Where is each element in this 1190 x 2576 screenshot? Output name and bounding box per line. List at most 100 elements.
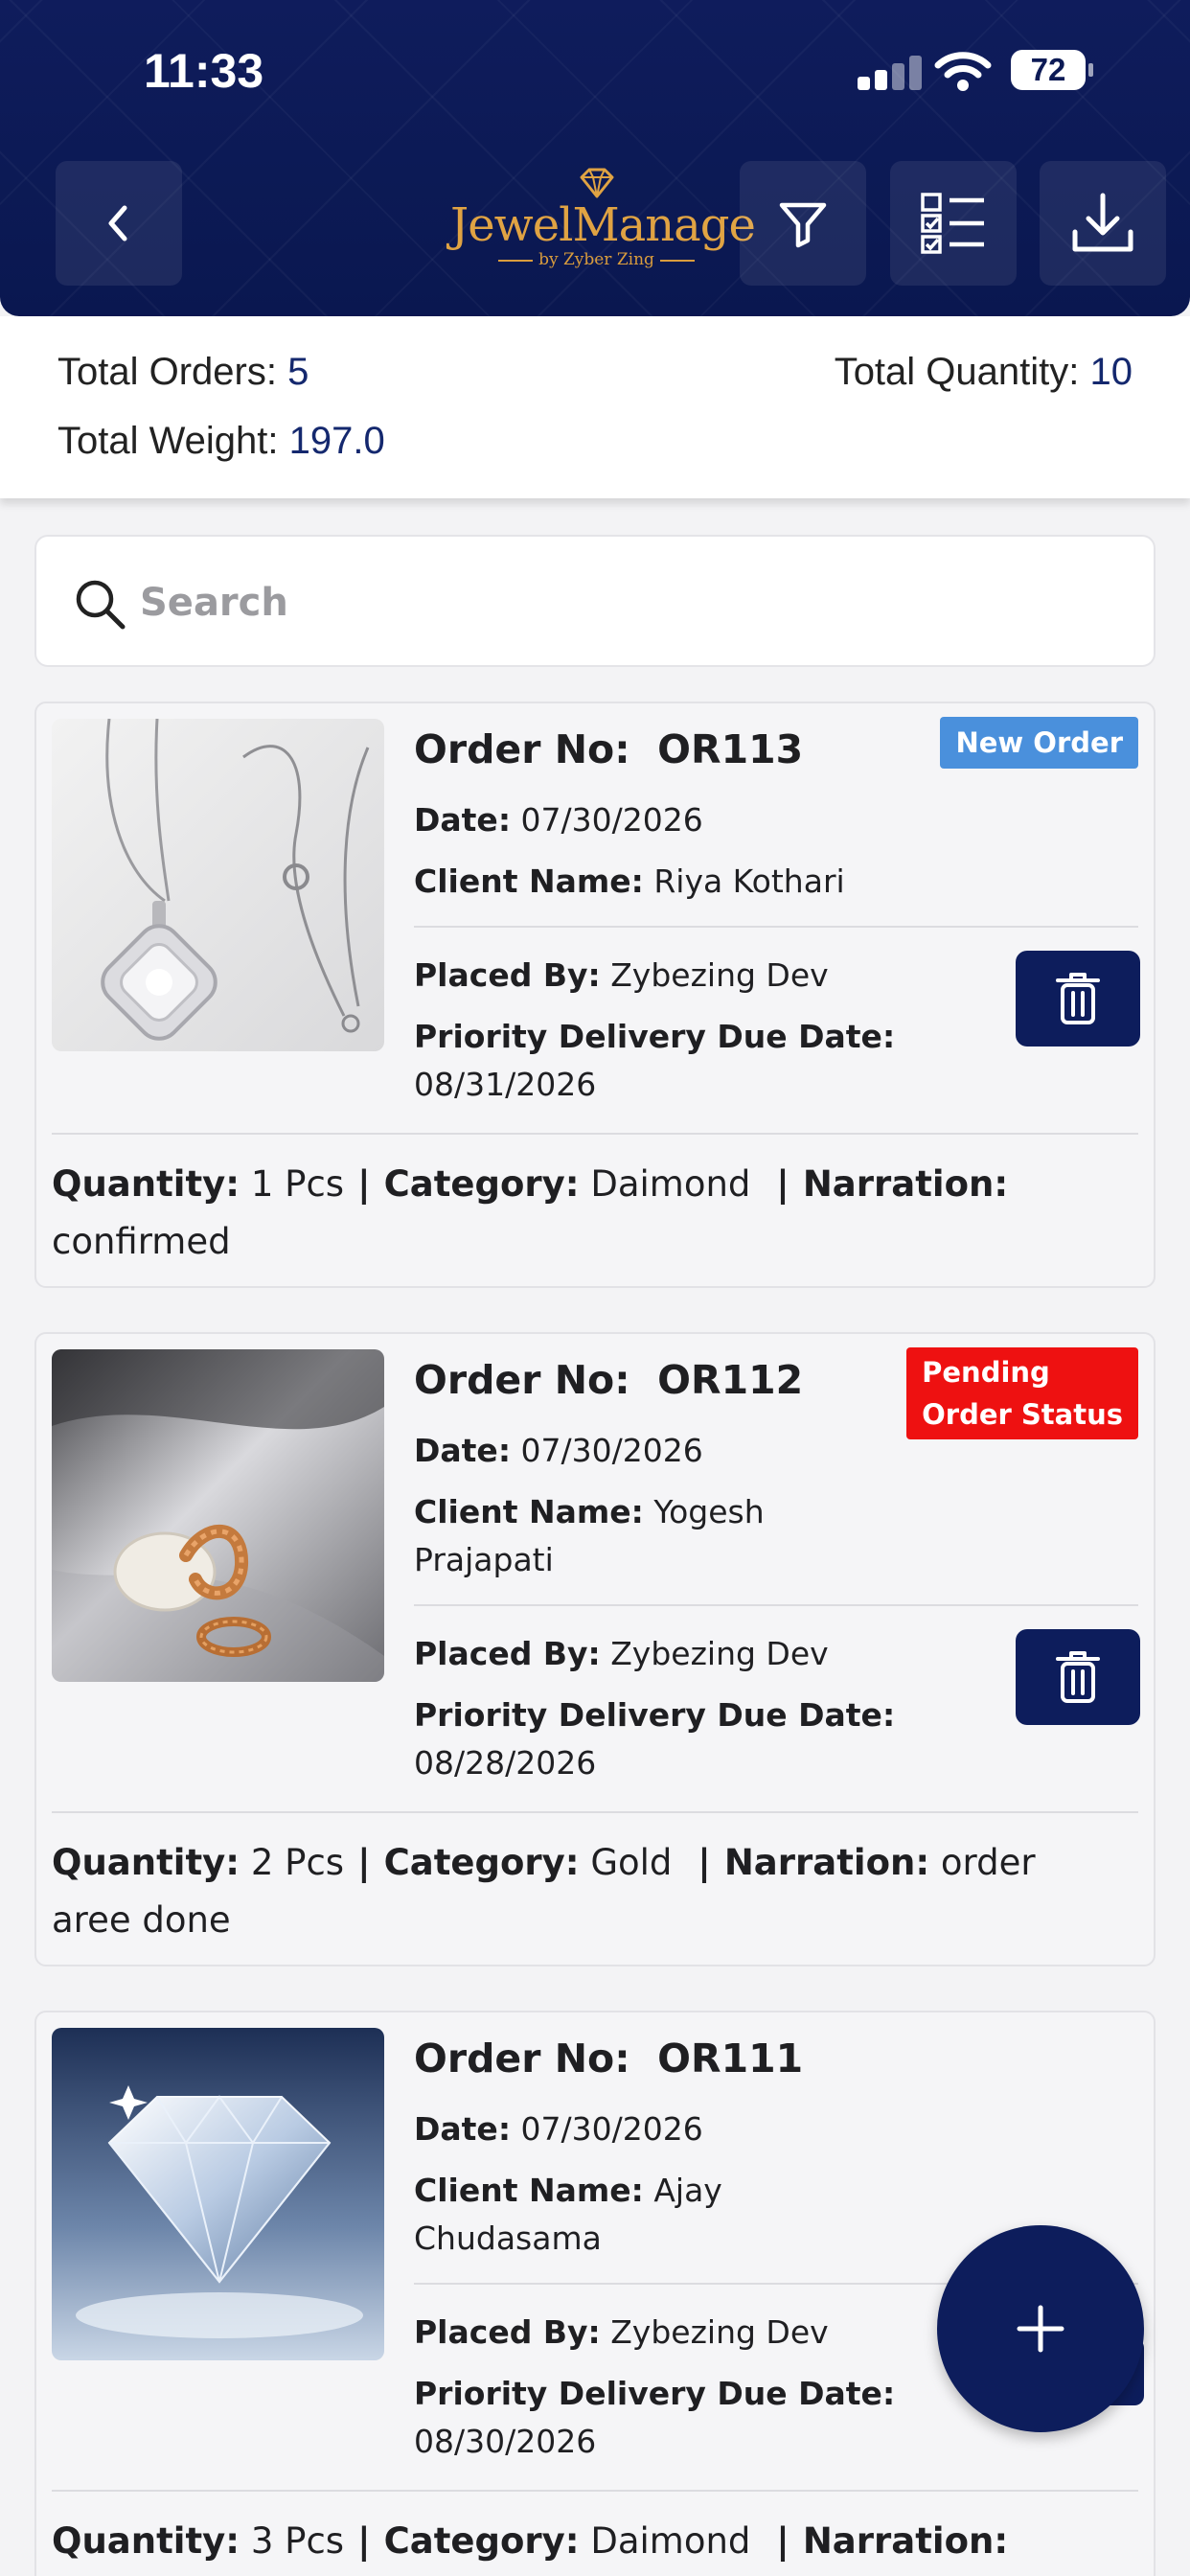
narration-continued: confirmed bbox=[52, 1221, 231, 1262]
product-image-earrings bbox=[52, 1349, 384, 1682]
order-number: Order No: OR112 bbox=[414, 1351, 803, 1409]
priority-label: Priority Delivery Due Date: bbox=[414, 1690, 895, 1740]
total-quantity-value: 10 bbox=[1089, 351, 1133, 393]
battery-icon: 72 bbox=[1011, 50, 1093, 90]
order-number: Order No: OR111 bbox=[414, 2030, 803, 2087]
client-name-label: Client Name: bbox=[414, 1493, 644, 1530]
order-number-label: Order No: bbox=[414, 726, 630, 772]
quantity-label: Quantity: bbox=[52, 1163, 240, 1205]
date-label: Date: bbox=[414, 1432, 512, 1469]
priority-label: Priority Delivery Due Date: bbox=[414, 2369, 895, 2419]
order-number-label: Order No: bbox=[414, 2036, 630, 2082]
product-image-diamond bbox=[52, 2028, 384, 2360]
total-orders-label: Total Orders: bbox=[57, 351, 277, 393]
client-name: Client Name: Riya Kothari bbox=[414, 857, 845, 907]
checklist-button[interactable] bbox=[890, 161, 1017, 286]
filter-button[interactable] bbox=[740, 161, 866, 286]
date-value: 07/30/2026 bbox=[520, 801, 703, 839]
priority-date: 08/31/2026 bbox=[414, 1066, 597, 1103]
placed-by-value: Zybezing Dev bbox=[610, 2313, 829, 2351]
battery-level: 72 bbox=[1030, 52, 1066, 87]
order-number-value: OR113 bbox=[657, 726, 804, 772]
narration-value: order bbox=[940, 1842, 1036, 1883]
priority-label: Priority Delivery Due Date: bbox=[414, 1012, 895, 1062]
order-details: Quantity: 2 Pcs | Category: Gold | Narratio… bbox=[52, 1842, 1036, 1883]
chevron-left-icon bbox=[108, 205, 127, 242]
order-card[interactable]: Order No: OR113 New Order Date: 07/30/20… bbox=[34, 702, 1156, 1288]
filter-icon bbox=[779, 202, 827, 248]
wifi-icon bbox=[934, 52, 992, 91]
category-value: Daimond bbox=[590, 2520, 751, 2562]
placed-by: Placed By: Zybezing Dev bbox=[414, 1629, 829, 1679]
client-name-value: Ajay bbox=[653, 2172, 722, 2209]
client-name-continued: Chudasama bbox=[414, 2220, 602, 2257]
priority-label-text: Priority Delivery Due Date: bbox=[414, 1018, 896, 1055]
order-card[interactable]: Order No: OR112 Pending Order Status Dat… bbox=[34, 1332, 1156, 1966]
download-button[interactable] bbox=[1040, 161, 1166, 286]
status-badge: New Order bbox=[940, 717, 1138, 769]
search-input[interactable] bbox=[140, 565, 1098, 640]
diamond-logo-icon bbox=[580, 168, 613, 198]
category-value: Gold bbox=[590, 1842, 673, 1883]
order-summary: Total Orders: 5 Total Quantity: 10 Total… bbox=[0, 316, 1190, 498]
narration-continued: aree done bbox=[52, 1899, 231, 1941]
app-header: 11:33 72 JewelManage by Zyber Zing bbox=[0, 0, 1190, 316]
priority-label-text: Priority Delivery Due Date: bbox=[414, 1696, 896, 1734]
narration-label: Narration: bbox=[723, 1842, 930, 1883]
quantity-value: 2 Pcs bbox=[250, 1842, 345, 1883]
order-number: Order No: OR113 bbox=[414, 721, 803, 778]
status-badge: Pending Order Status bbox=[906, 1347, 1138, 1439]
trash-icon bbox=[1056, 973, 1100, 1024]
client-name-continued: Prajapati bbox=[414, 1541, 554, 1578]
delete-button[interactable] bbox=[1016, 1629, 1140, 1725]
quantity-value: 3 Pcs bbox=[250, 2520, 345, 2562]
total-weight-value: 197.0 bbox=[288, 420, 385, 462]
placed-by: Placed By: Zybezing Dev bbox=[414, 2308, 829, 2358]
order-number-value: OR111 bbox=[657, 2036, 804, 2082]
placed-by-label: Placed By: bbox=[414, 2313, 601, 2351]
order-details: Quantity: 1 Pcs | Category: Daimond | Narra… bbox=[52, 1163, 1009, 1205]
status-badge-line2: Order Status bbox=[922, 1398, 1123, 1431]
plus-icon bbox=[1017, 2305, 1064, 2353]
quantity-value: 1 Pcs bbox=[250, 1163, 345, 1205]
priority-date: 08/28/2026 bbox=[414, 1744, 597, 1782]
delete-button[interactable] bbox=[1016, 951, 1140, 1046]
trash-icon bbox=[1056, 1651, 1100, 1703]
divider bbox=[414, 1604, 1138, 1606]
total-orders-value: 5 bbox=[287, 351, 309, 393]
divider bbox=[52, 2490, 1138, 2492]
client-name: Client Name: Yogesh bbox=[414, 1487, 765, 1537]
category-label: Category: bbox=[383, 1842, 580, 1883]
placed-by-value: Zybezing Dev bbox=[610, 1635, 829, 1672]
status-badge-line1: Pending bbox=[922, 1356, 1050, 1389]
category-label: Category: bbox=[383, 2520, 580, 2562]
status-bar: 11:33 72 bbox=[0, 0, 1190, 144]
narration-label: Narration: bbox=[802, 2520, 1009, 2562]
quantity-label: Quantity: bbox=[52, 1842, 240, 1883]
date-value: 07/30/2026 bbox=[520, 1432, 703, 1469]
divider bbox=[52, 1133, 1138, 1135]
category-value: Daimond bbox=[590, 1163, 751, 1205]
order-number-label: Order No: bbox=[414, 1357, 630, 1403]
quantity-label: Quantity: bbox=[52, 2520, 240, 2562]
divider bbox=[52, 1811, 1138, 1813]
narration-label: Narration: bbox=[802, 1163, 1009, 1205]
status-time: 11:33 bbox=[144, 44, 264, 98]
search-bar[interactable] bbox=[34, 535, 1156, 667]
total-weight: Total Weight: 197.0 bbox=[57, 420, 385, 463]
placed-by-label: Placed By: bbox=[414, 956, 601, 994]
app-subtitle: by Zyber Zing bbox=[450, 250, 743, 269]
client-name-label: Client Name: bbox=[414, 862, 644, 900]
total-weight-label: Total Weight: bbox=[57, 420, 279, 462]
client-name-value: Yogesh bbox=[653, 1493, 765, 1530]
order-date: Date: 07/30/2026 bbox=[414, 1426, 703, 1476]
date-label: Date: bbox=[414, 2110, 512, 2148]
order-date: Date: 07/30/2026 bbox=[414, 795, 703, 845]
placed-by: Placed By: Zybezing Dev bbox=[414, 951, 829, 1000]
add-order-button[interactable] bbox=[937, 2225, 1144, 2432]
total-orders: Total Orders: 5 bbox=[57, 351, 309, 394]
cellular-signal-icon bbox=[858, 56, 923, 90]
priority-label-text: Priority Delivery Due Date: bbox=[414, 2375, 896, 2412]
back-button[interactable] bbox=[56, 161, 182, 286]
checklist-icon bbox=[921, 193, 984, 254]
